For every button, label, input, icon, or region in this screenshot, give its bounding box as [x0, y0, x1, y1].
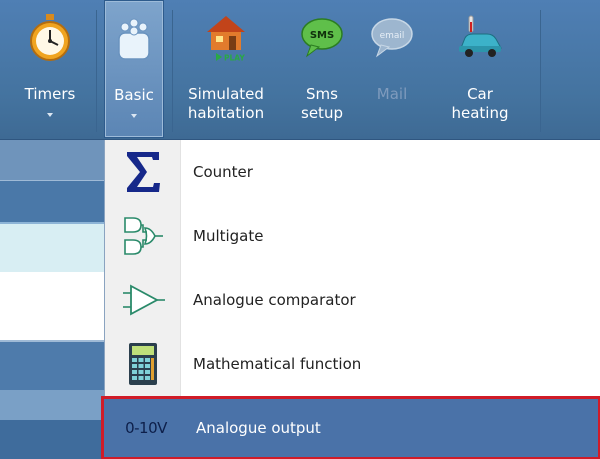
chevron-down-icon	[47, 113, 53, 117]
calculator-icon	[117, 340, 169, 388]
building-blocks-icon	[111, 13, 157, 63]
stopwatch-icon	[27, 12, 73, 62]
sms-setup-button[interactable]: SMS Sms setup	[292, 0, 352, 138]
car-heating-button[interactable]: Car heating	[440, 0, 520, 138]
pane-header	[0, 140, 110, 180]
pane-strip	[0, 390, 110, 420]
voltage-range-text: 0-10V	[125, 419, 167, 437]
pane-content	[0, 272, 110, 340]
ribbon-separator	[96, 10, 97, 132]
email-bubble-icon: email	[369, 12, 415, 62]
menu-item-label: Analogue output	[196, 419, 321, 437]
menu-item-label: Multigate	[193, 227, 264, 245]
pane-header-bar	[0, 180, 110, 222]
play-badge: PLAY	[224, 54, 245, 63]
timers-button[interactable]: Timers	[14, 0, 86, 138]
simulated-habitation-label: Simulated habitation	[187, 85, 265, 122]
pane-footer	[0, 420, 110, 459]
menu-item-label: Counter	[193, 163, 253, 181]
sigma-icon	[117, 148, 169, 196]
basic-label: Basic	[114, 86, 154, 104]
house-play-icon: PLAY	[203, 12, 249, 63]
car-heating-label: Car heating	[451, 85, 509, 122]
sms-bubble-icon: SMS	[299, 12, 345, 62]
sms-setup-label: Sms setup	[301, 85, 343, 122]
menu-item-label: Analogue comparator	[193, 291, 356, 309]
logic-gate-icon	[117, 212, 169, 260]
comparator-icon	[117, 276, 169, 324]
basic-dropdown-menu: Counter Multigate Analogue comparator Ma…	[101, 140, 600, 459]
menu-item-counter[interactable]: Counter	[105, 140, 600, 204]
basic-button[interactable]: Basic	[104, 0, 164, 138]
chevron-down-icon	[131, 114, 137, 118]
menu-item-analogue-comparator[interactable]: Analogue comparator	[105, 268, 600, 332]
ribbon-separator	[172, 10, 173, 132]
ribbon-toolbar: Timers Basic PLAY Simulated habitation S…	[0, 0, 600, 140]
menu-item-multigate[interactable]: Multigate	[105, 204, 600, 268]
voltage-range-icon: 0-10V	[120, 404, 172, 452]
timers-label: Timers	[24, 85, 76, 103]
menu-item-analogue-output[interactable]: 0-10V Analogue output	[101, 396, 600, 459]
ribbon-separator	[540, 10, 541, 132]
simulated-habitation-button[interactable]: PLAY Simulated habitation	[180, 0, 272, 138]
menu-item-mathematical-function[interactable]: Mathematical function	[105, 332, 600, 396]
sms-badge: SMS	[310, 30, 334, 41]
email-badge: email	[380, 31, 405, 41]
mail-label: Mail	[376, 85, 408, 103]
pane-header-bar	[0, 340, 110, 390]
mail-button[interactable]: email Mail	[362, 0, 422, 138]
menu-item-label: Mathematical function	[193, 355, 362, 373]
pane-selected-row	[0, 222, 110, 272]
car-heating-icon	[457, 12, 503, 62]
